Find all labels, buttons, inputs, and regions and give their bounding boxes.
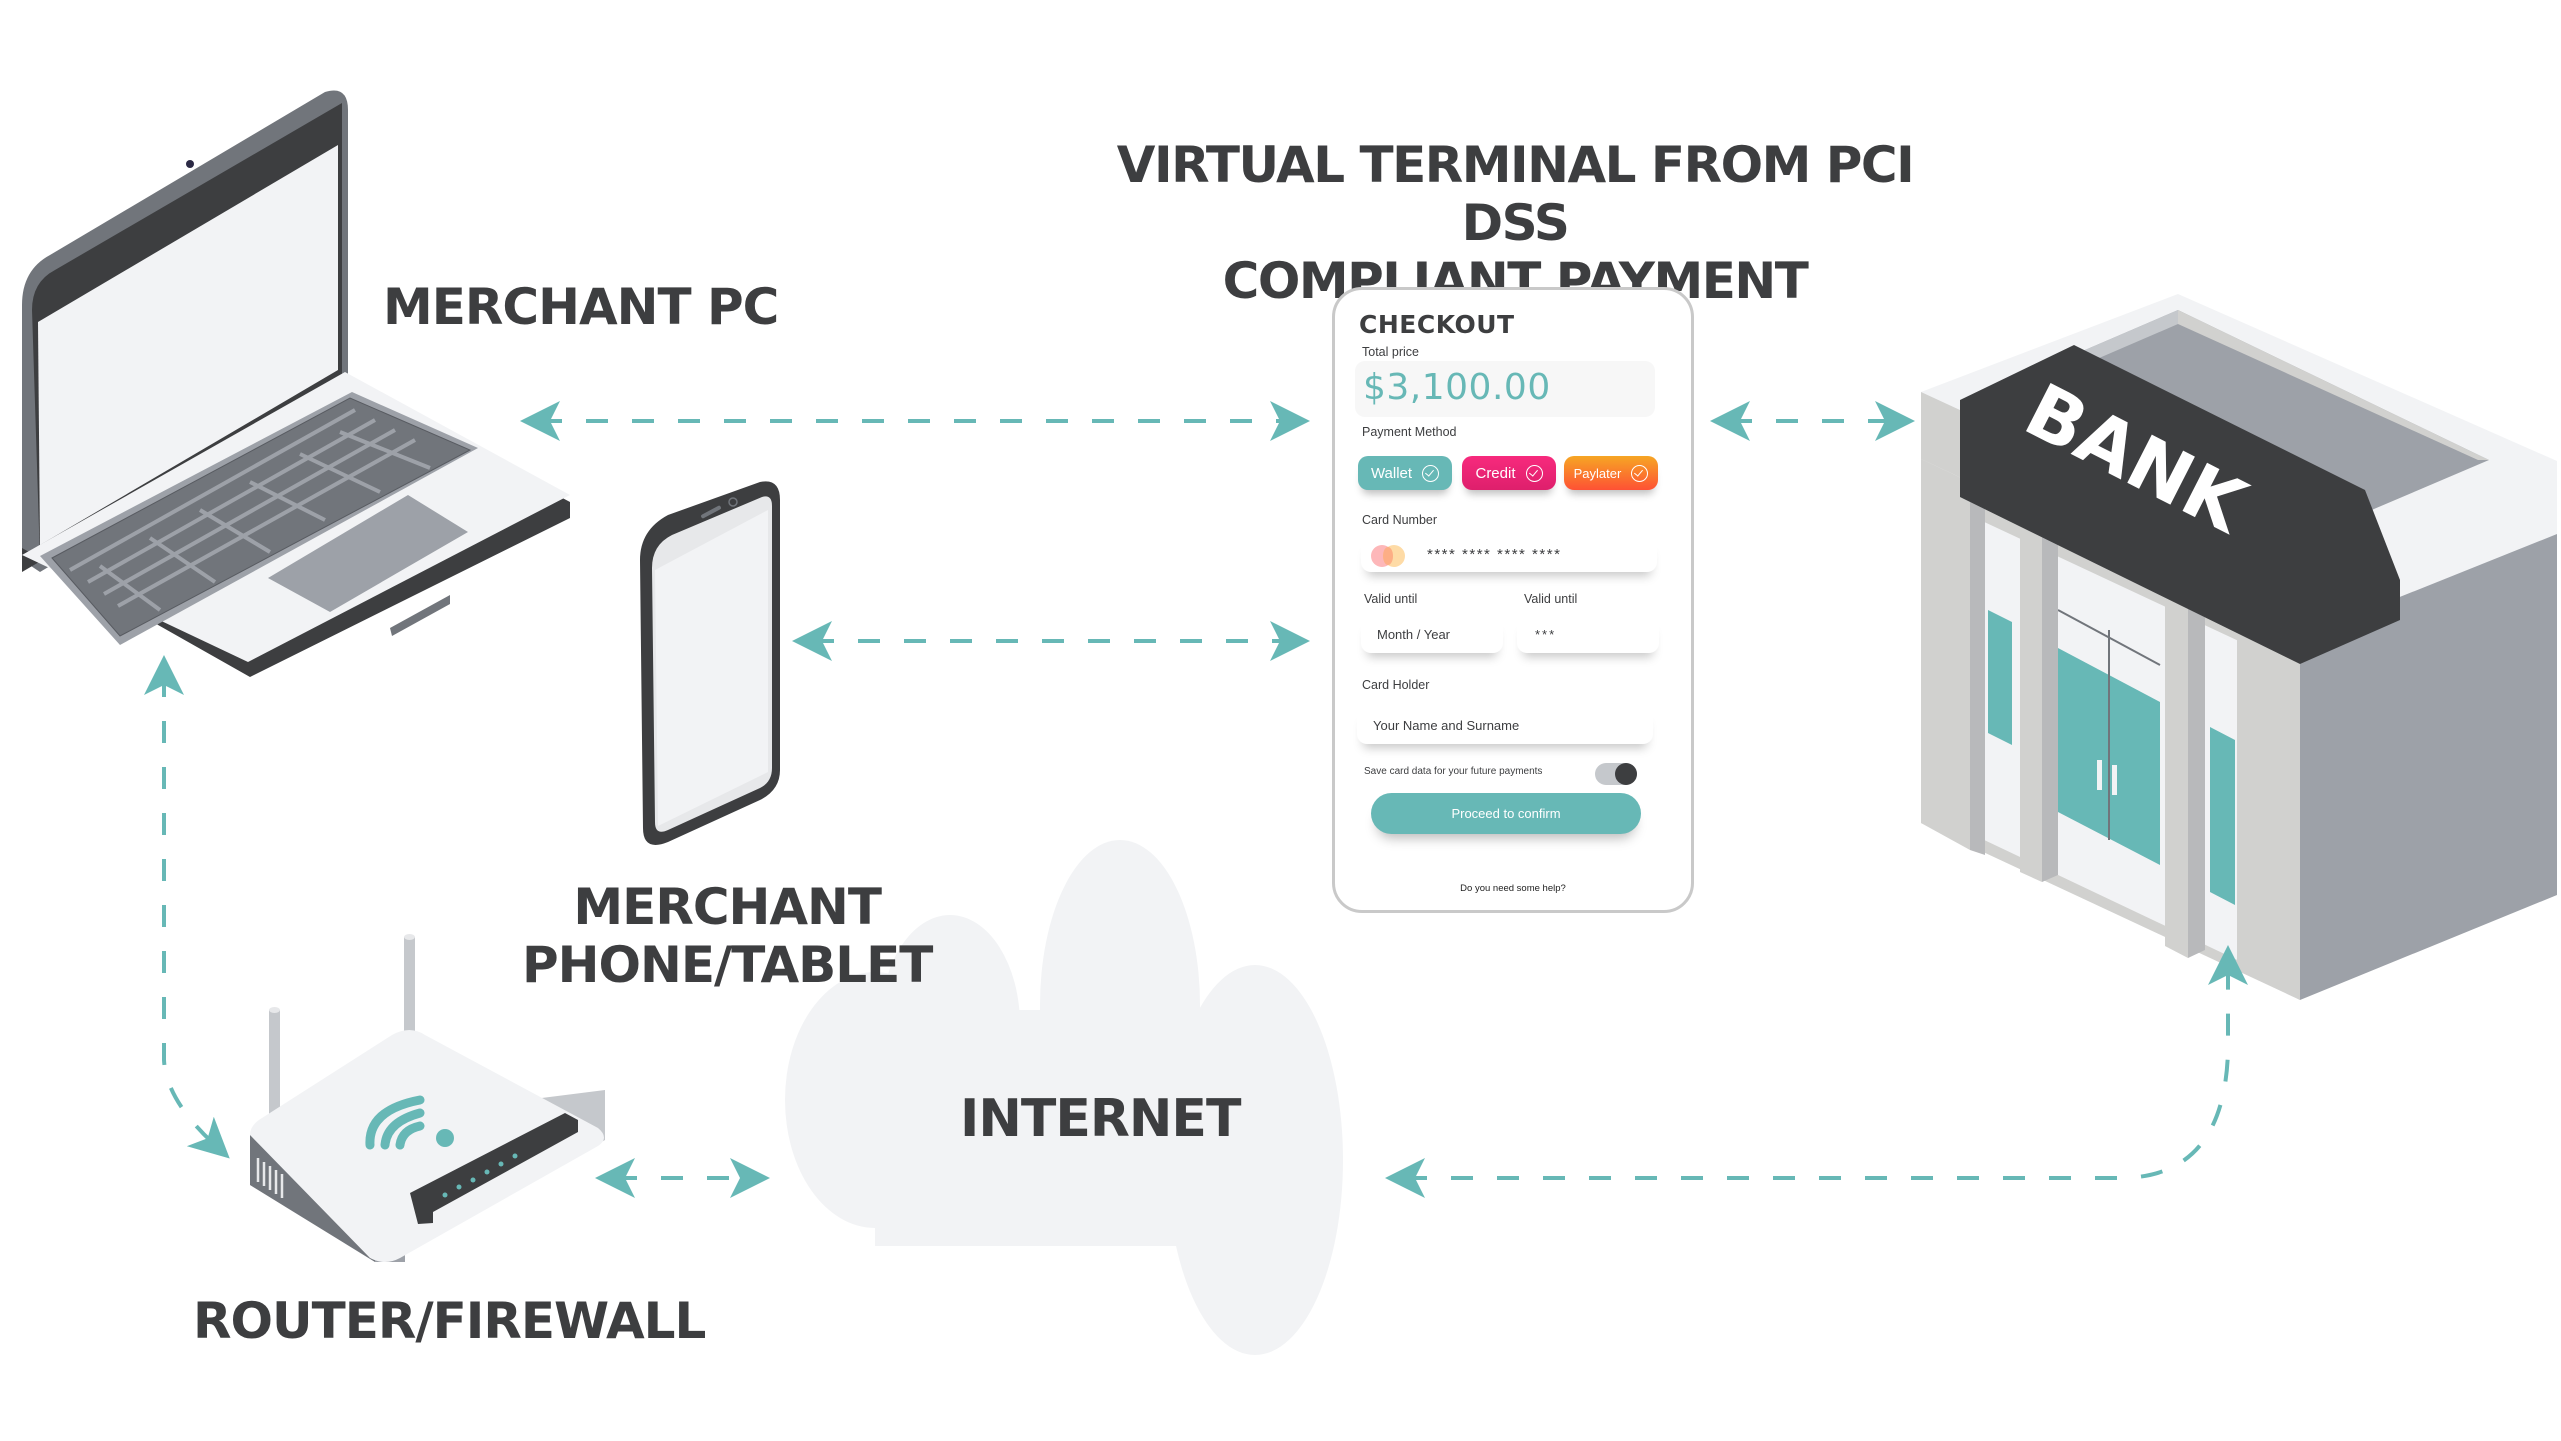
expiry-date-placeholder: Month / Year <box>1377 626 1450 642</box>
card-holder-label: Card Holder <box>1362 678 1430 692</box>
payment-method-paylater-button[interactable]: Paylater <box>1564 456 1658 490</box>
router-firewall-label: ROUTER/FIREWALL <box>193 1292 706 1350</box>
check-circle-icon <box>1631 464 1649 482</box>
merchant-phone-label-line-1: MERCHANT <box>573 878 882 936</box>
card-number-value: **** **** **** **** <box>1427 545 1562 563</box>
wallet-label: Wallet <box>1370 464 1413 482</box>
smartphone-icon <box>640 481 780 845</box>
cvv-input[interactable]: *** <box>1517 615 1659 653</box>
card-holder-placeholder: Your Name and Surname <box>1373 717 1520 733</box>
help-link[interactable]: Do you need some help? <box>1335 883 1691 894</box>
save-card-toggle[interactable] <box>1595 763 1637 785</box>
card-number-input[interactable]: **** **** **** **** <box>1361 536 1657 572</box>
internet-label: INTERNET <box>960 1089 1241 1149</box>
payment-method-credit-button[interactable]: Credit <box>1462 456 1556 490</box>
paylater-label: Paylater <box>1573 465 1622 481</box>
checkout-card: CHECKOUT Total price $3,100.00 Payment M… <box>1332 287 1694 913</box>
total-price-label: Total price <box>1362 345 1419 359</box>
credit-label: Credit <box>1475 464 1516 482</box>
save-card-label: Save card data for your future payments <box>1364 766 1543 777</box>
payment-method-wallet-button[interactable]: Wallet <box>1358 456 1452 490</box>
cvv-value: *** <box>1535 626 1557 642</box>
mastercard-icon <box>1371 545 1407 567</box>
connector-pc-router <box>144 655 230 1159</box>
proceed-to-confirm-button[interactable]: Proceed to confirm <box>1371 793 1641 834</box>
connector-internet-bank <box>1385 945 2248 1198</box>
bank-building-icon: BANK <box>1921 294 2557 1000</box>
payment-method-label: Payment Method <box>1362 425 1457 439</box>
toggle-knob <box>1615 763 1637 785</box>
check-circle-icon <box>1422 464 1440 482</box>
checkout-title: CHECKOUT <box>1359 310 1515 339</box>
merchant-phone-label-line-2: PHONE/TABLET <box>522 936 933 994</box>
merchant-pc-label: MERCHANT PC <box>383 278 779 336</box>
card-number-label: Card Number <box>1362 513 1438 527</box>
check-circle-icon <box>1525 464 1543 482</box>
valid-until-label-2: Valid until <box>1524 592 1578 606</box>
laptop-icon <box>22 90 570 677</box>
merchant-phone-label: MERCHANT PHONE/TABLET <box>522 878 933 994</box>
card-holder-input[interactable]: Your Name and Surname <box>1357 706 1653 744</box>
valid-until-label-1: Valid until <box>1364 592 1418 606</box>
expiry-date-input[interactable]: Month / Year <box>1361 615 1503 653</box>
total-price-box: $3,100.00 <box>1355 361 1655 417</box>
title-line-1: VIRTUAL TERMINAL FROM PCI DSS <box>1116 136 1915 252</box>
total-price-value: $3,100.00 <box>1363 367 1551 408</box>
